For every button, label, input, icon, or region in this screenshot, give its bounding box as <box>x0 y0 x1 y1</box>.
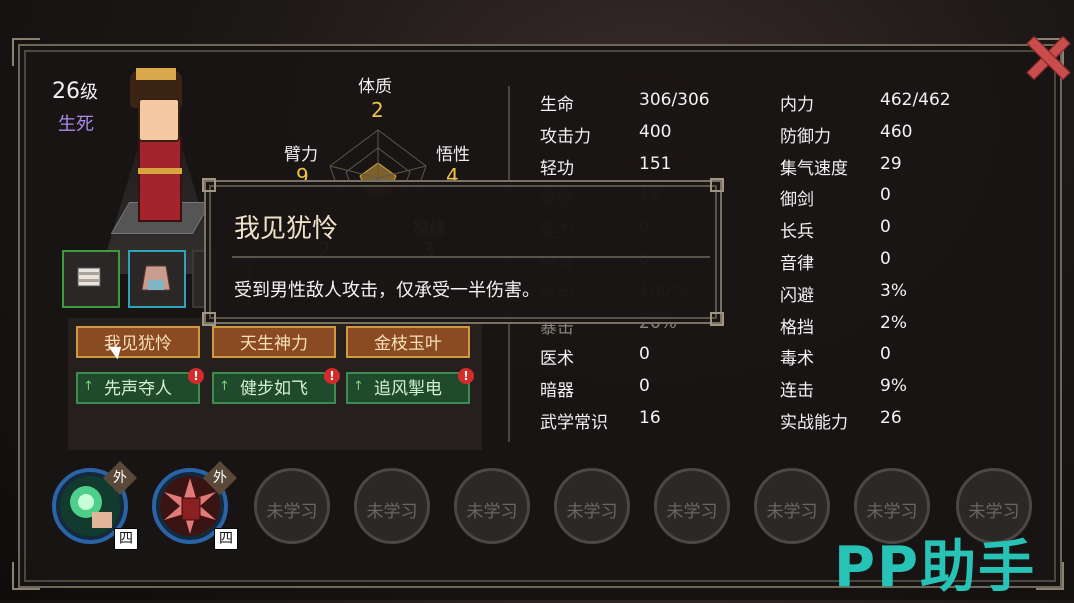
attr-comprehension-label: 悟性 <box>436 145 470 165</box>
stat-value: 9% <box>880 376 907 397</box>
stat-value: 0 <box>880 217 891 238</box>
stat-value: 306/306 <box>639 90 710 110</box>
skill-slot-1[interactable]: 外 四 <box>52 461 138 550</box>
equipment-slot-gloves[interactable] <box>62 250 120 308</box>
attr-constitution-label: 体质 <box>358 77 392 97</box>
character-portrait <box>100 64 220 274</box>
stat-value: 0 <box>880 344 891 365</box>
skill-slot-empty[interactable]: 未学习 <box>654 468 730 544</box>
equipment-slot-armor[interactable] <box>128 250 186 308</box>
skill-empty-label: 未学习 <box>968 502 1020 522</box>
stat-value: 0 <box>639 344 650 365</box>
frame-corner <box>12 38 40 66</box>
tooltip-corner <box>710 312 724 326</box>
gloves-icon <box>77 267 101 287</box>
stat-value: 0 <box>880 185 891 206</box>
stat-value: 0 <box>880 249 891 269</box>
trait-button-2[interactable]: 天生神力 <box>212 326 336 358</box>
trait-label: 健步如飞 <box>240 379 308 399</box>
stat-label: 格挡 <box>780 317 814 338</box>
skill-slot-empty[interactable]: 未学习 <box>554 468 630 544</box>
upgradable-trait-button-2[interactable]: ↑ 健步如飞 ! <box>212 368 340 404</box>
stat-label: 御剑 <box>780 190 814 211</box>
stat-label: 防御力 <box>780 126 831 147</box>
stat-label: 内力 <box>780 95 814 115</box>
alert-icon: ! <box>458 368 474 384</box>
skill-empty-label: 未学习 <box>466 502 518 522</box>
stat-label: 毒术 <box>780 349 814 370</box>
frame-corner <box>1036 562 1064 590</box>
stat-label: 武学常识 <box>540 413 608 433</box>
stat-value: 0 <box>639 376 650 397</box>
stat-label: 连击 <box>780 381 814 402</box>
stat-label: 暗器 <box>540 381 574 402</box>
tooltip-corner <box>202 178 216 192</box>
stat-label: 长兵 <box>780 222 814 243</box>
stat-value: 151 <box>639 153 672 174</box>
skill-slot-empty[interactable]: 未学习 <box>254 468 330 544</box>
armor-icon <box>141 265 171 291</box>
close-icon[interactable] <box>1024 34 1068 78</box>
stat-value: 400 <box>639 121 672 142</box>
upgrade-arrow-icon: ↑ <box>83 379 94 394</box>
character-title: 生死 <box>58 114 94 135</box>
skill-empty-label: 未学习 <box>566 502 618 522</box>
stat-label: 闪避 <box>780 285 814 306</box>
upgrade-arrow-icon: ↑ <box>219 379 230 394</box>
stat-value: 460 <box>880 121 913 142</box>
tooltip-title: 我见犹怜 <box>234 214 339 244</box>
stat-value: 16 <box>639 408 661 428</box>
frame-corner <box>12 562 40 590</box>
skill-slot-empty[interactable]: 未学习 <box>354 468 430 544</box>
stat-label: 轻功 <box>540 158 574 179</box>
skill-slot-empty[interactable]: 未学习 <box>454 468 530 544</box>
upgradable-trait-button-3[interactable]: ↑ 追风掣电 ! <box>346 368 474 404</box>
skill-empty-label: 未学习 <box>666 502 718 522</box>
stat-label: 音律 <box>780 254 814 274</box>
skill-empty-label: 未学习 <box>266 502 318 522</box>
stat-label: 攻击力 <box>540 126 591 147</box>
alert-icon: ! <box>324 368 340 384</box>
attr-strength-label: 臂力 <box>284 145 318 165</box>
skill-rank-badge: 四 <box>214 528 238 550</box>
skill-empty-label: 未学习 <box>766 502 818 522</box>
attr-constitution-value: 2 <box>371 98 384 122</box>
trait-panel: 我见犹怜 天生神力 金枝玉叶 ↑ 先声夺人 ! ↑ 健步如飞 ! ↑ 追风掣电 … <box>68 318 482 450</box>
skill-empty-label: 未学习 <box>366 502 418 522</box>
trait-label: 追风掣电 <box>374 379 442 399</box>
stat-label: 集气速度 <box>780 158 848 179</box>
tooltip-description: 受到男性敌人攻击，仅承受一半伤害。 <box>234 280 540 301</box>
trait-tooltip: 我见犹怜 受到男性敌人攻击，仅承受一半伤害。 <box>202 178 724 326</box>
stat-label: 医术 <box>540 349 574 370</box>
stat-value: 26 <box>880 408 902 428</box>
stat-value: 29 <box>880 153 902 174</box>
stat-label: 生命 <box>540 95 574 115</box>
skill-slot-2[interactable]: 外 四 <box>152 461 238 550</box>
upgradable-trait-button-1[interactable]: ↑ 先声夺人 ! <box>76 368 204 404</box>
tooltip-divider <box>232 256 710 258</box>
trait-button-3[interactable]: 金枝玉叶 <box>346 326 470 358</box>
upgrade-arrow-icon: ↑ <box>353 379 364 394</box>
stat-value: 3% <box>880 280 907 301</box>
skill-slot-empty[interactable]: 未学习 <box>754 468 830 544</box>
trait-button-1[interactable]: 我见犹怜 <box>76 326 200 358</box>
trait-label: 先声夺人 <box>104 379 172 399</box>
watermark-logo: PP助手 <box>834 535 1037 600</box>
skill-empty-label: 未学习 <box>866 502 918 522</box>
stat-value: 2% <box>880 312 907 333</box>
stat-value: 462/462 <box>880 90 951 110</box>
tooltip-corner <box>202 312 216 326</box>
tooltip-corner <box>710 178 724 192</box>
stat-label: 实战能力 <box>780 413 848 433</box>
skill-rank-badge: 四 <box>114 528 138 550</box>
character-level: 26级 <box>52 79 98 104</box>
alert-icon: ! <box>188 368 204 384</box>
